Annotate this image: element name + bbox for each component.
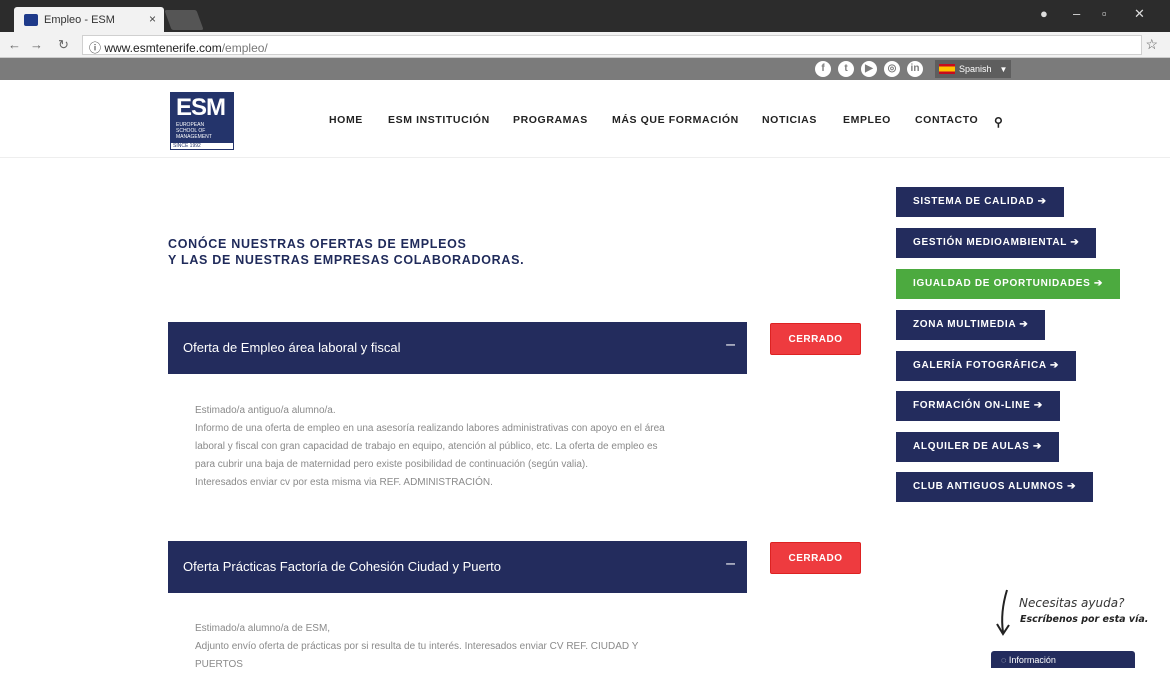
sidebar-item-gestion-medioambiental[interactable]: GESTIÓN MEDIOAMBIENTAL ➔ (896, 228, 1097, 258)
nav-home[interactable]: HOME (329, 114, 363, 126)
tab-close-icon[interactable]: × (149, 12, 156, 26)
offer-line: para cubrir una baja de maternidad pero … (195, 459, 589, 470)
collapse-icon[interactable]: – (726, 555, 735, 573)
browser-tab[interactable]: Empleo - ESM × (14, 7, 164, 32)
tab-title: Empleo - ESM (44, 13, 115, 26)
offer-line: Estimado/a antiguo/a alumno/a. (195, 405, 336, 416)
nav-empleo[interactable]: EMPLEO (843, 114, 891, 126)
nav-mas-que-formacion[interactable]: MÁS QUE FORMACIÓN (612, 114, 739, 126)
language-selector[interactable]: Spanish ▼ (935, 60, 1011, 78)
new-tab-button[interactable] (164, 10, 204, 30)
nav-programas[interactable]: PROGRAMAS (513, 114, 588, 126)
logo-text: ESM (176, 94, 226, 121)
status-badge: CERRADO (770, 323, 861, 355)
chevron-down-icon: ▼ (999, 64, 1008, 74)
url-host: www.esmtenerife.com (104, 41, 222, 55)
linkedin-icon[interactable]: in (907, 61, 923, 77)
sidebar-item-igualdad-oportunidades[interactable]: IGUALDAD DE OPORTUNIDADES ➔ (896, 269, 1121, 299)
offer-line: laboral y fiscal con gran capacidad de t… (195, 441, 658, 452)
reload-icon[interactable]: ↻ (58, 37, 69, 53)
sidebar-item-galeria-fotografica[interactable]: GALERÍA FOTOGRÁFICA ➔ (896, 351, 1077, 381)
instagram-icon[interactable]: ◎ (884, 61, 900, 77)
offer-accordion-header[interactable]: Oferta de Empleo área laboral y fiscal – (168, 322, 747, 374)
chat-bubble-icon: ◌ (1001, 655, 1009, 665)
search-icon[interactable]: ⚲ (994, 115, 1003, 129)
nav-noticias[interactable]: NOTICIAS (762, 114, 817, 126)
page-heading: CONÓCE NUESTRAS OFERTAS DE EMPLEOS Y LAS… (168, 236, 524, 268)
minimize-icon[interactable]: – (1073, 6, 1080, 21)
heading-line-2: Y LAS DE NUESTRAS EMPRESAS COLABORADORAS… (168, 253, 525, 267)
info-icon: ⓘ (89, 41, 105, 55)
back-icon[interactable]: ← (8, 37, 21, 52)
offer-line: Estimado/a alumno/a de ESM, (195, 623, 331, 634)
favicon-icon (24, 13, 38, 26)
help-title: Necesitas ayuda? (1019, 596, 1125, 610)
window-close-icon[interactable]: ✕ (1134, 6, 1145, 22)
info-button-label: Información (1008, 655, 1056, 665)
facebook-icon[interactable]: f (815, 61, 831, 77)
offer-line: Interesados enviar cv por esta misma via… (195, 477, 493, 488)
status-badge: CERRADO (770, 542, 861, 574)
collapse-icon[interactable]: – (726, 336, 735, 354)
twitter-icon[interactable]: t (838, 61, 854, 77)
youtube-icon[interactable]: ▶ (861, 61, 877, 77)
heading-line-1: CONÓCE NUESTRAS OFERTAS DE EMPLEOS (168, 237, 467, 251)
profile-icon[interactable]: ● (1040, 6, 1048, 21)
offer-line: Informo de una oferta de empleo en una a… (195, 423, 665, 434)
offer-line: Adjunto envío oferta de prácticas por si… (195, 641, 639, 652)
sidebar-item-formacion-online[interactable]: FORMACIÓN ON-LINE ➔ (896, 391, 1061, 421)
offer-title: Oferta Prácticas Factoría de Cohesión Ci… (183, 559, 501, 574)
sidebar-item-alquiler-aulas[interactable]: ALQUILER DE AULAS ➔ (896, 432, 1060, 462)
logo-since: SINCE 1992 (170, 142, 234, 150)
arrow-down-icon (996, 589, 1010, 636)
offer-description: Estimado/a antiguo/a alumno/a. Informo d… (195, 402, 755, 492)
forward-icon[interactable]: → (30, 37, 43, 52)
address-bar: ← → ↻ ⓘ www.esmtenerife.com/empleo/ ☆ (0, 32, 1170, 58)
browser-tab-bar: Empleo - ESM × ● – ▫ ✕ (0, 0, 1170, 32)
url-path: /empleo/ (221, 41, 268, 55)
help-subtitle: Escríbenos por esta vía. (1020, 614, 1149, 625)
offer-description: Estimado/a alumno/a de ESM, Adjunto enví… (195, 620, 755, 674)
offer-title: Oferta de Empleo área laboral y fiscal (183, 340, 401, 355)
nav-contacto[interactable]: CONTACTO (915, 114, 978, 126)
offer-line: PUERTOS (195, 659, 243, 670)
esm-logo[interactable]: ESM EUROPEAN SCHOOL OF MANAGEMENT SINCE 19… (170, 92, 234, 150)
url-input[interactable]: ⓘ www.esmtenerife.com/empleo/ (82, 35, 1142, 55)
bookmark-star-icon[interactable]: ☆ (1145, 36, 1158, 53)
language-label: Spanish (959, 64, 992, 74)
offer-accordion-header[interactable]: Oferta Prácticas Factoría de Cohesión Ci… (168, 541, 747, 593)
sidebar-item-zona-multimedia[interactable]: ZONA MULTIMEDIA ➔ (896, 310, 1046, 340)
spain-flag-icon (939, 64, 955, 74)
sidebar-item-sistema-calidad[interactable]: SISTEMA DE CALIDAD ➔ (896, 187, 1064, 217)
site-header: ESM EUROPEAN SCHOOL OF MANAGEMENT SINCE 19… (0, 80, 1170, 158)
nav-esm-institucion[interactable]: ESM INSTITUCIÓN (388, 114, 490, 126)
chat-info-button[interactable]: ◌ Información (991, 651, 1135, 668)
maximize-icon[interactable]: ▫ (1102, 6, 1107, 21)
top-strip: f t ▶ ◎ in Spanish ▼ (0, 58, 1170, 80)
logo-subtitle: EUROPEAN SCHOOL OF MANAGEMENT (176, 122, 212, 140)
sidebar-item-club-antiguos-alumnos[interactable]: CLUB ANTIGUOS ALUMNOS ➔ (896, 472, 1094, 502)
